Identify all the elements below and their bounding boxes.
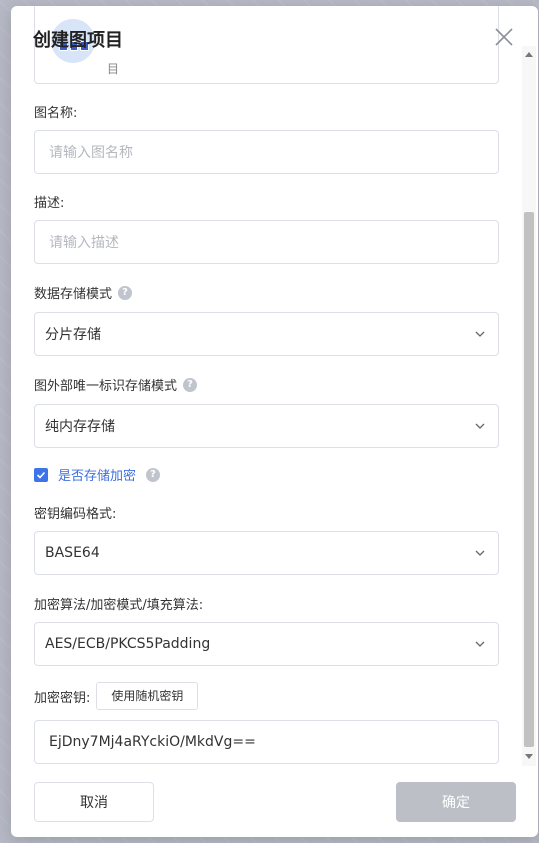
- key-label: 加密密钥:: [34, 690, 91, 706]
- confirm-button[interactable]: 确定: [396, 782, 516, 822]
- scroll-down-arrow-icon[interactable]: [525, 754, 533, 759]
- project-card-subtext: 目: [107, 62, 120, 76]
- key-format-label: 密钥编码格式:: [34, 507, 117, 522]
- chevron-down-icon: [474, 328, 486, 340]
- algorithm-label: 加密算法/加密模式/填充算法:: [34, 598, 204, 613]
- chevron-down-icon: [474, 420, 486, 432]
- external-id-select[interactable]: 纯内存存储: [34, 404, 499, 448]
- scroll-up-arrow-icon[interactable]: [525, 52, 533, 57]
- description-input[interactable]: 请输入描述: [34, 220, 499, 264]
- question-circle-icon[interactable]: ?: [118, 285, 133, 300]
- storage-mode-select[interactable]: 分片存储: [34, 312, 499, 356]
- storage-mode-value: 分片存储: [45, 327, 101, 343]
- external-id-value: 纯内存存储: [45, 419, 115, 435]
- random-key-button[interactable]: 使用随机密钥: [96, 682, 199, 710]
- dialog-body[interactable]: 目 图名称: 请输入图名称 描述: 请输入描述 数据存储模式 ? 分片存储 图外…: [11, 6, 538, 766]
- encryption-key-value: EjDny7Mj4aRYckiO/MkdVg==: [49, 734, 256, 750]
- external-id-label: 图外部唯一标识存储模式 ?: [34, 375, 198, 394]
- graph-name-label: 图名称:: [34, 106, 78, 121]
- algorithm-select[interactable]: AES/ECB/PKCS5Padding: [34, 622, 499, 666]
- description-placeholder: 请输入描述: [49, 235, 119, 251]
- encryption-key-input[interactable]: EjDny7Mj4aRYckiO/MkdVg==: [34, 720, 499, 764]
- close-icon[interactable]: [493, 26, 515, 48]
- cancel-button[interactable]: 取消: [34, 782, 154, 822]
- key-format-value: BASE64: [45, 545, 100, 561]
- key-format-select[interactable]: BASE64: [34, 531, 499, 575]
- graph-name-placeholder: 请输入图名称: [49, 145, 133, 161]
- key-label-row: 加密密钥: 使用随机密钥: [34, 682, 199, 710]
- question-circle-icon[interactable]: ?: [146, 467, 161, 482]
- chevron-down-icon: [474, 638, 486, 650]
- chevron-down-icon: [474, 547, 486, 559]
- graph-name-input[interactable]: 请输入图名称: [34, 130, 499, 174]
- encrypt-checkbox-row[interactable]: 是否存储加密 ?: [34, 465, 161, 484]
- description-label: 描述:: [34, 196, 65, 211]
- algorithm-value: AES/ECB/PKCS5Padding: [45, 636, 211, 652]
- create-graph-dialog: 目 图名称: 请输入图名称 描述: 请输入描述 数据存储模式 ? 分片存储 图外…: [11, 6, 538, 837]
- dialog-title: 创建图项目: [33, 30, 123, 51]
- encrypt-checkbox[interactable]: [34, 467, 48, 482]
- check-icon: [36, 471, 46, 479]
- question-circle-icon[interactable]: ?: [183, 377, 198, 392]
- encrypt-label: 是否存储加密: [58, 469, 137, 484]
- scrollbar-thumb[interactable]: [524, 212, 534, 747]
- storage-mode-label: 数据存储模式 ?: [34, 283, 133, 302]
